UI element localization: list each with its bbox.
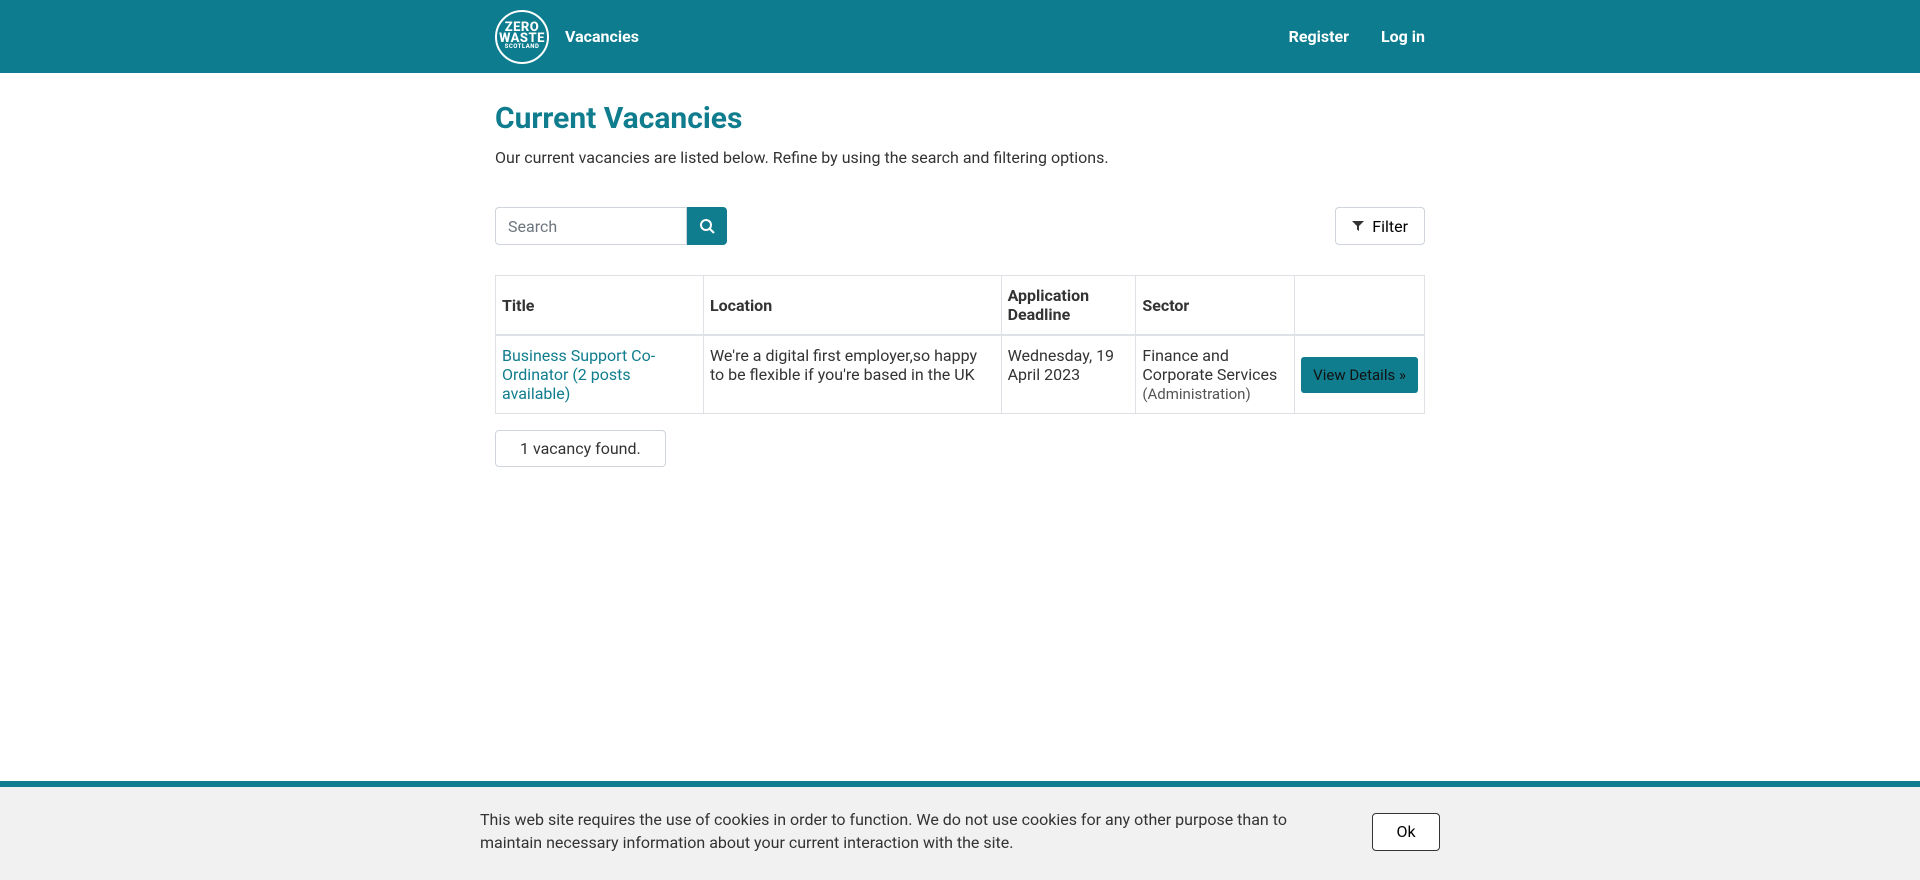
header: ZERO WASTE SCOTLAND Vacancies Register L…: [0, 0, 1920, 73]
search-group: [495, 207, 727, 245]
vacancies-table: Title Location Application Deadline Sect…: [495, 275, 1425, 414]
cell-sector: Finance and Corporate Services (Administ…: [1136, 335, 1295, 414]
th-sector: Sector: [1136, 276, 1295, 336]
th-title: Title: [496, 276, 704, 336]
filter-icon: [1352, 220, 1364, 232]
nav-login[interactable]: Log in: [1381, 27, 1425, 46]
cookie-text: This web site requires the use of cookie…: [480, 809, 1312, 854]
filter-label: Filter: [1372, 217, 1408, 236]
sector-main: Finance and Corporate Services: [1142, 346, 1277, 384]
search-icon: [699, 218, 715, 234]
search-input[interactable]: [495, 207, 687, 245]
page-subtitle: Our current vacancies are listed below. …: [495, 148, 1425, 167]
th-location: Location: [703, 276, 1001, 336]
logo-text-scotland: SCOTLAND: [505, 45, 540, 50]
view-details-button[interactable]: View Details »: [1301, 357, 1418, 393]
th-deadline: Application Deadline: [1001, 276, 1136, 336]
job-title-link[interactable]: Business Support Co-Ordinator (2 posts a…: [502, 346, 655, 403]
result-count: 1 vacancy found.: [495, 430, 666, 467]
nav-vacancies[interactable]: Vacancies: [565, 27, 639, 46]
filter-button[interactable]: Filter: [1335, 207, 1425, 245]
cell-deadline: Wednesday, 19 April 2023: [1001, 335, 1136, 414]
cookie-banner: This web site requires the use of cookie…: [0, 787, 1920, 880]
sector-sub: (Administration): [1142, 385, 1250, 403]
footer-area: This web site requires the use of cookie…: [0, 781, 1920, 880]
th-action: [1295, 276, 1425, 336]
cell-location: We're a digital first employer,so happy …: [703, 335, 1001, 414]
page-title: Current Vacancies: [495, 101, 1425, 136]
nav-register[interactable]: Register: [1289, 27, 1349, 46]
cookie-ok-button[interactable]: Ok: [1372, 813, 1440, 851]
table-row: Business Support Co-Ordinator (2 posts a…: [496, 335, 1425, 414]
search-button[interactable]: [687, 207, 727, 245]
logo[interactable]: ZERO WASTE SCOTLAND: [495, 10, 549, 64]
